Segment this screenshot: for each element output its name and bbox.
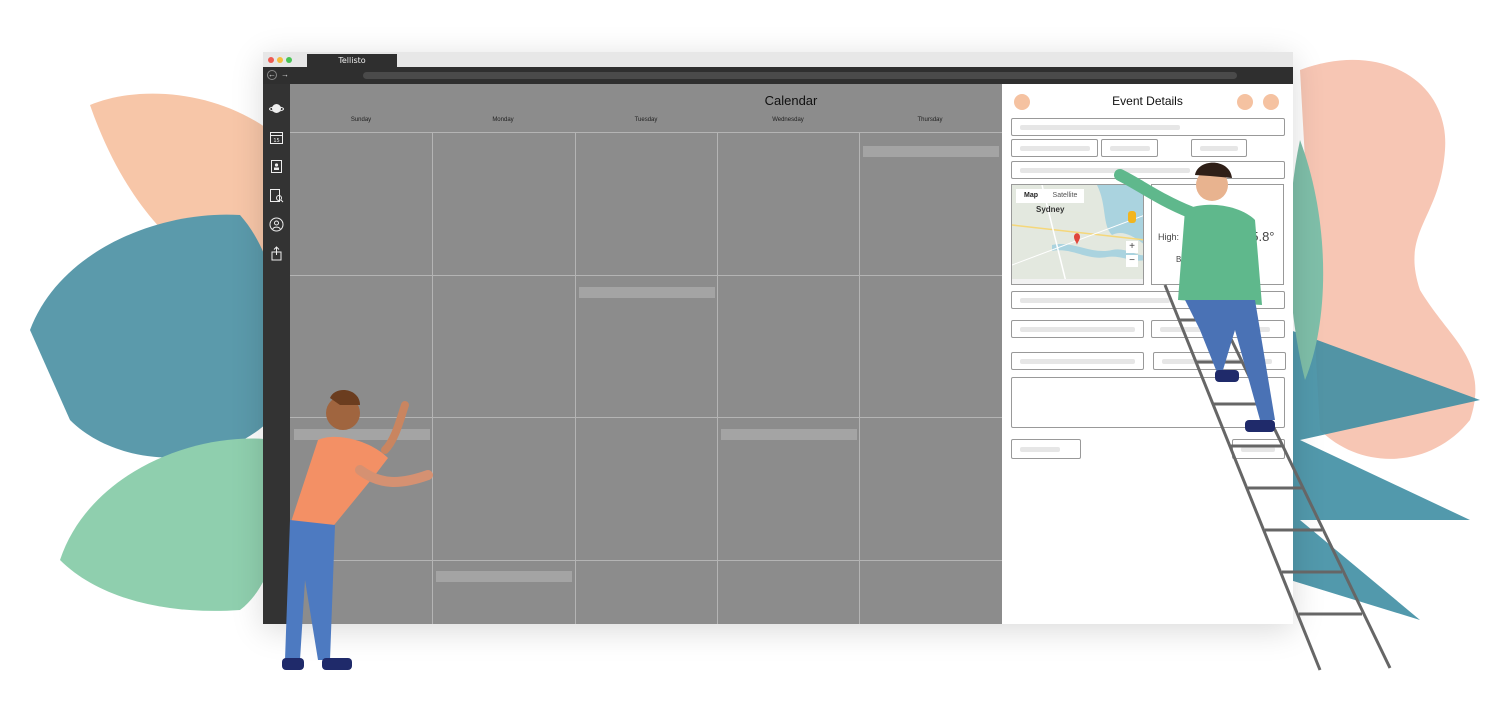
weather-condition: Bree — [1176, 255, 1193, 264]
cancel-button[interactable] — [1011, 439, 1081, 459]
weather-high-value: 2 — [1184, 229, 1192, 244]
grid-line — [290, 560, 1002, 561]
grid-line — [859, 132, 860, 624]
time-field[interactable] — [1101, 139, 1158, 157]
grid-line — [717, 132, 718, 624]
calendar-view: Calendar Sunday Monday Tuesday Wednesday… — [290, 84, 1002, 624]
app-sidebar: 15 — [263, 84, 290, 624]
action-circle-icon[interactable] — [1263, 94, 1279, 110]
repeat-field[interactable] — [1151, 320, 1285, 338]
calendar-event[interactable] — [863, 146, 999, 157]
share-icon[interactable] — [269, 246, 284, 261]
guests-field[interactable] — [1153, 352, 1286, 370]
reminder-field[interactable] — [1011, 320, 1144, 338]
weather-low-value: 15.8° — [1244, 229, 1275, 244]
green-leaf — [60, 438, 282, 611]
weather-widget: High: 2 15.8° Bree — [1151, 184, 1284, 285]
grid-line — [432, 132, 433, 624]
zoom-out-button[interactable]: − — [1126, 255, 1138, 267]
day-header-monday: Monday — [492, 117, 514, 123]
calendar-event[interactable] — [721, 429, 857, 440]
calendar-icon[interactable]: 15 — [269, 130, 284, 145]
grid-line — [290, 132, 1002, 133]
location-map[interactable]: Map Satellite Sydney + − — [1011, 184, 1144, 285]
action-circle-icon[interactable] — [1237, 94, 1253, 110]
map-city-label: Sydney — [1036, 205, 1065, 214]
contacts-icon[interactable] — [269, 159, 284, 174]
day-header-wednesday: Wednesday — [772, 117, 804, 123]
search-document-icon[interactable] — [269, 188, 284, 203]
save-button[interactable] — [1232, 439, 1285, 459]
browser-tab[interactable]: Tellisto — [307, 54, 397, 68]
day-header-tuesday: Tuesday — [634, 117, 658, 123]
calendar-event[interactable] — [579, 287, 715, 298]
day-header-thursday: Thursday — [917, 117, 943, 123]
calendar-event[interactable] — [436, 571, 572, 582]
browser-window: Tellisto ← → 15 Calendar Sunday Monday T… — [263, 52, 1293, 624]
satellite-tab[interactable]: Satellite — [1046, 189, 1084, 203]
maximize-window-dot[interactable] — [286, 57, 292, 63]
event-title-field[interactable] — [1011, 118, 1285, 136]
svg-text:15: 15 — [273, 138, 279, 144]
notes-line-field[interactable] — [1011, 291, 1285, 309]
day-header-sunday: Sunday — [350, 117, 372, 123]
address-bar[interactable] — [363, 72, 1237, 79]
browser-toolbar: ← → — [263, 67, 1293, 84]
close-window-dot[interactable] — [268, 57, 274, 63]
description-textarea[interactable] — [1011, 377, 1285, 428]
date-field[interactable] — [1011, 139, 1098, 157]
grid-line — [575, 132, 576, 624]
planet-icon[interactable] — [269, 101, 284, 116]
event-details-panel: Event Details Map Satellite Sydney + − H… — [1002, 84, 1293, 624]
back-icon[interactable]: ← — [267, 70, 277, 80]
grid-line — [290, 417, 1002, 418]
duration-field[interactable] — [1191, 139, 1247, 157]
forward-icon[interactable]: → — [280, 70, 290, 80]
calendar-event[interactable] — [294, 429, 430, 440]
category-field[interactable] — [1011, 352, 1144, 370]
minimize-window-dot[interactable] — [277, 57, 283, 63]
tab-bar: Tellisto — [263, 52, 1293, 68]
zoom-in-button[interactable]: + — [1126, 241, 1138, 253]
street-view-icon[interactable] — [1128, 211, 1136, 223]
grid-line — [290, 275, 1002, 276]
user-icon[interactable] — [269, 217, 284, 232]
weather-high-label: High: — [1158, 232, 1180, 242]
teal-leaf — [30, 214, 280, 458]
location-field[interactable] — [1011, 161, 1285, 179]
map-tab[interactable]: Map — [1016, 189, 1046, 203]
